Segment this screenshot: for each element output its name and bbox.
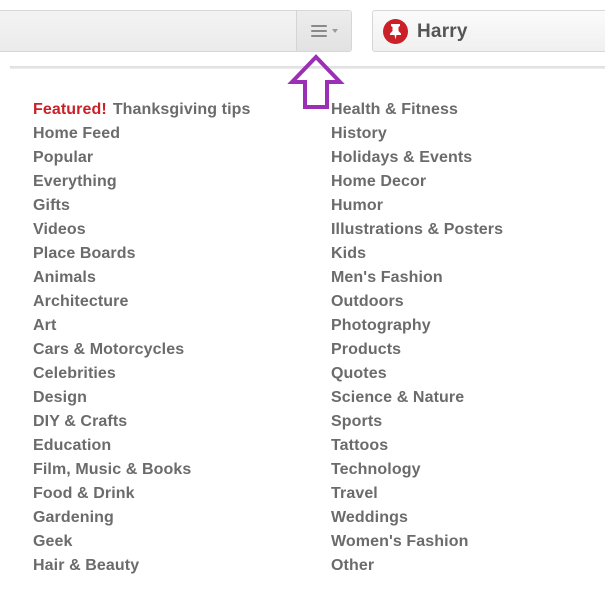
- menu-item-animals[interactable]: Animals: [33, 269, 251, 293]
- menu-item-products[interactable]: Products: [331, 341, 503, 365]
- menu-item-featured[interactable]: Featured! Thanksgiving tips: [33, 101, 251, 125]
- menu-item-gifts[interactable]: Gifts: [33, 197, 251, 221]
- menu-item-tattoos[interactable]: Tattoos: [331, 437, 503, 461]
- menu-item-quotes[interactable]: Quotes: [331, 365, 503, 389]
- menu-item-art[interactable]: Art: [33, 317, 251, 341]
- menu-item-home-feed[interactable]: Home Feed: [33, 125, 251, 149]
- category-column-right: Health & Fitness History Holidays & Events…: [331, 101, 503, 581]
- pinterest-pin-icon: [383, 19, 408, 44]
- menu-item-home-decor[interactable]: Home Decor: [331, 173, 503, 197]
- menu-item-men-s-fashion[interactable]: Men's Fashion: [331, 269, 503, 293]
- menu-item-illustrations-and-posters[interactable]: Illustrations & Posters: [331, 221, 503, 245]
- featured-label: Featured!: [33, 101, 107, 118]
- menu-item-technology[interactable]: Technology: [331, 461, 503, 485]
- category-column-left: Featured! Thanksgiving tips Home Feed Popu…: [33, 101, 251, 581]
- menu-item-outdoors[interactable]: Outdoors: [331, 293, 503, 317]
- menu-item-photography[interactable]: Photography: [331, 317, 503, 341]
- menu-item-videos[interactable]: Videos: [33, 221, 251, 245]
- hamburger-menu-icon: [311, 25, 327, 37]
- category-menu-button[interactable]: [296, 11, 351, 51]
- featured-text: Thanksgiving tips: [112, 101, 251, 118]
- menu-item-holidays-and-events[interactable]: Holidays & Events: [331, 149, 503, 173]
- menu-item-weddings[interactable]: Weddings: [331, 509, 503, 533]
- menu-item-cars-and-motorcycles[interactable]: Cars & Motorcycles: [33, 341, 251, 365]
- menu-item-other[interactable]: Other: [331, 557, 503, 581]
- menu-item-place-boards[interactable]: Place Boards: [33, 245, 251, 269]
- menu-item-gardening[interactable]: Gardening: [33, 509, 251, 533]
- menu-item-popular[interactable]: Popular: [33, 149, 251, 173]
- user-name: Harry: [417, 21, 468, 42]
- menu-item-architecture[interactable]: Architecture: [33, 293, 251, 317]
- menu-item-everything[interactable]: Everything: [33, 173, 251, 197]
- menu-item-hair-and-beauty[interactable]: Hair & Beauty: [33, 557, 251, 581]
- menu-item-women-s-fashion[interactable]: Women's Fashion: [331, 533, 503, 557]
- menu-item-design[interactable]: Design: [33, 389, 251, 413]
- menu-item-sports[interactable]: Sports: [331, 413, 503, 437]
- menu-item-geek[interactable]: Geek: [33, 533, 251, 557]
- menu-item-kids[interactable]: Kids: [331, 245, 503, 269]
- menu-item-education[interactable]: Education: [33, 437, 251, 461]
- chevron-down-icon: [332, 29, 338, 33]
- menu-item-science-and-nature[interactable]: Science & Nature: [331, 389, 503, 413]
- menu-item-history[interactable]: History: [331, 125, 503, 149]
- menu-item-travel[interactable]: Travel: [331, 485, 503, 509]
- menu-item-film-music-and-books[interactable]: Film, Music & Books: [33, 461, 251, 485]
- menu-item-humor[interactable]: Humor: [331, 197, 503, 221]
- menu-item-food-and-drink[interactable]: Food & Drink: [33, 485, 251, 509]
- user-profile-button[interactable]: Harry: [372, 10, 605, 52]
- menu-item-diy-and-crafts[interactable]: DIY & Crafts: [33, 413, 251, 437]
- menu-item-celebrities[interactable]: Celebrities: [33, 365, 251, 389]
- menu-item-health-and-fitness[interactable]: Health & Fitness: [331, 101, 503, 125]
